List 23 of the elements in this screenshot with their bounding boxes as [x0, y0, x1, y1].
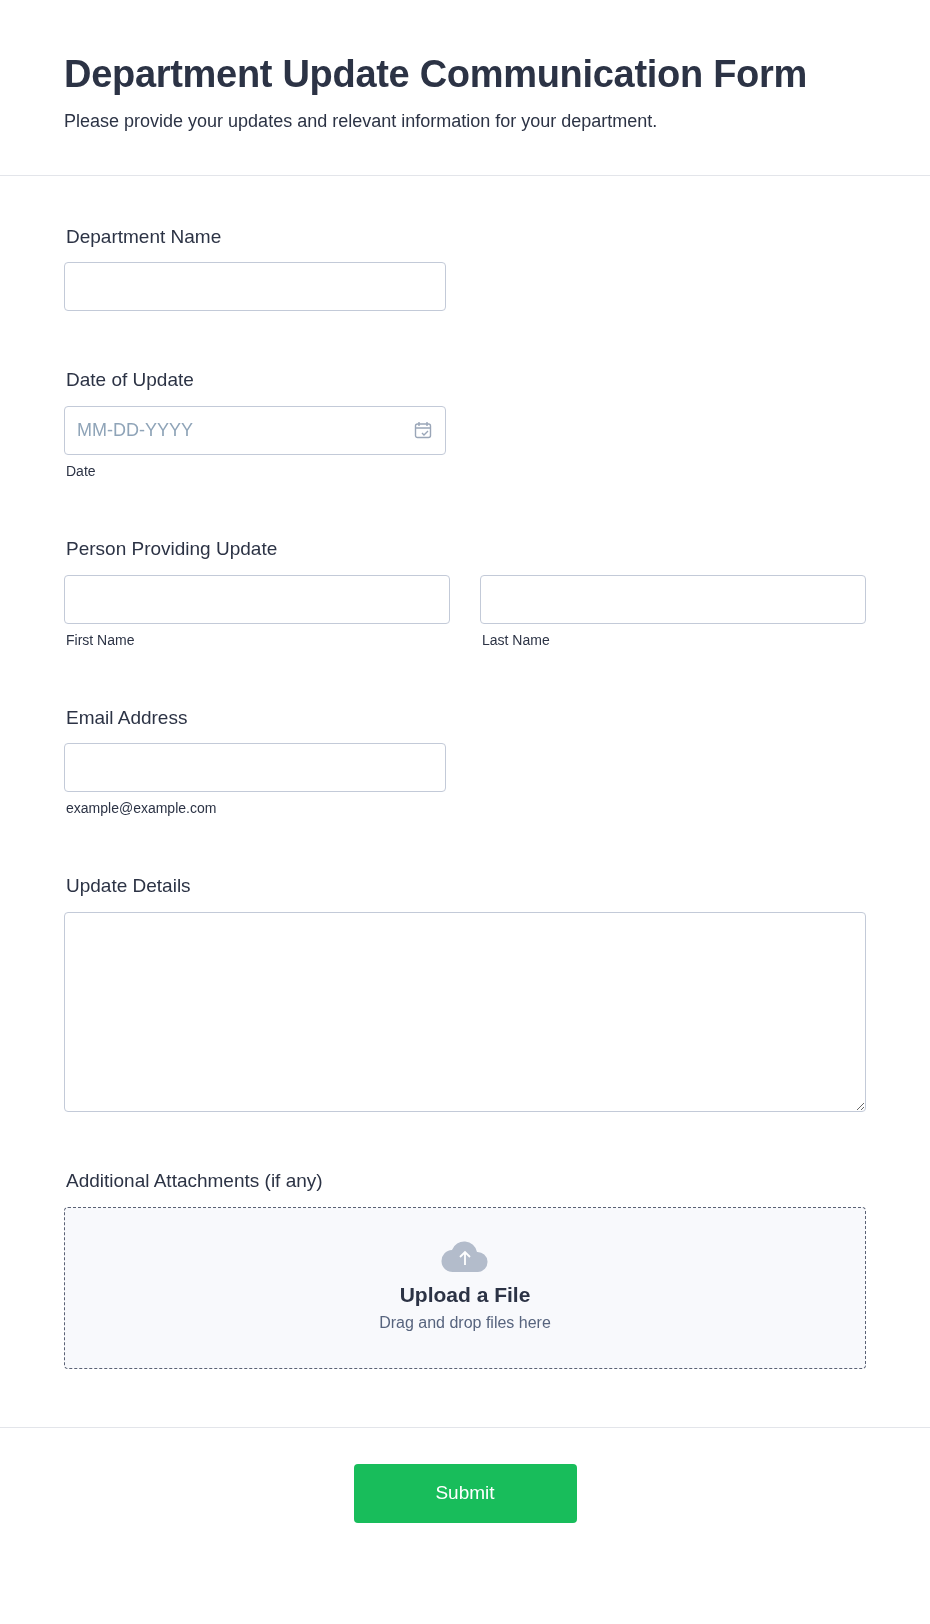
field-label: Additional Attachments (if any): [66, 1169, 324, 1193]
upload-cloud-icon: [441, 1241, 489, 1273]
field-label: Email Address: [66, 706, 189, 730]
text-area[interactable]: [64, 911, 866, 1112]
calendar-icon[interactable]: [414, 421, 432, 440]
input-field[interactable]: [64, 574, 450, 624]
field-label: Department Name: [66, 225, 223, 249]
field-hint: Last Name: [482, 631, 551, 649]
upload-area[interactable]: Upload a File Drag and drop files here: [64, 1206, 866, 1369]
field-label: Person Providing Update: [66, 538, 279, 561]
input-field[interactable]: [64, 262, 446, 312]
field-hint: First Name: [66, 631, 136, 649]
input-field[interactable]: [64, 743, 446, 793]
field-hint: example@example.com: [66, 800, 218, 818]
field-hint: Date: [66, 463, 97, 480]
form-title: Department Update Communication Form: [64, 52, 808, 97]
upload-title: Upload a File: [399, 1282, 531, 1308]
upload-hint: Drag and drop files here: [379, 1312, 551, 1333]
field-label: Date of Update: [66, 369, 195, 393]
input-field[interactable]: [480, 574, 866, 624]
date-field[interactable]: MM-DD-YYYY: [64, 406, 446, 456]
field-label: Update Details: [66, 875, 192, 898]
form-subtitle: Please provide your updates and relevant information for your department.: [64, 109, 659, 133]
